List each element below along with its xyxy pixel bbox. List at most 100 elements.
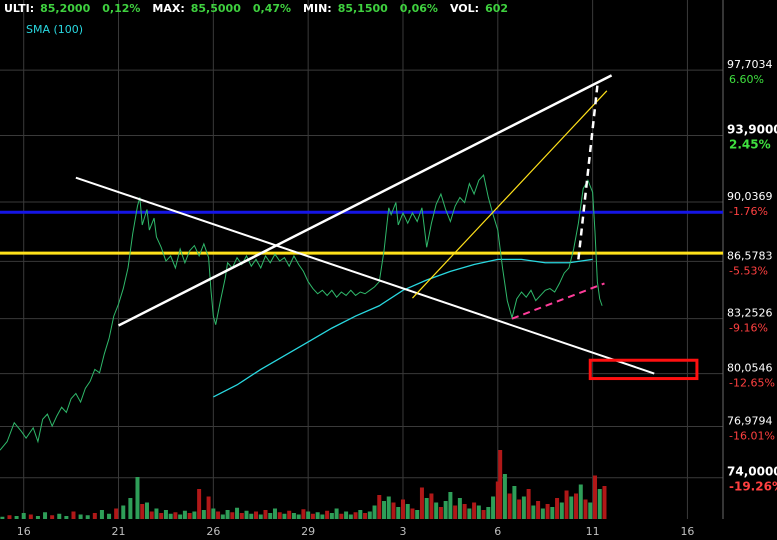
y-pct-label: 2.45% — [729, 138, 771, 152]
x-tick-label: 11 — [586, 525, 600, 538]
x-tick-label: 16 — [680, 525, 694, 538]
y-price-label: 93,9000 — [727, 123, 777, 137]
y-pct-label: -1.76% — [729, 205, 768, 218]
volume-bar — [121, 505, 126, 519]
volume-bar — [301, 509, 306, 519]
volume-bar — [135, 477, 140, 519]
y-price-label: 76,9794 — [727, 414, 773, 427]
header-value: 0,47% — [253, 2, 291, 15]
volume-bar — [291, 513, 296, 519]
volume-bars — [0, 450, 607, 519]
volume-bar — [569, 496, 574, 519]
volume-bar — [588, 502, 593, 519]
volume-bar — [306, 511, 311, 519]
legend-sma-label: SMA (100) — [26, 23, 83, 36]
y-price-label: 97,7034 — [727, 58, 773, 71]
volume-bar — [287, 510, 292, 519]
y-pct-label: -9.16% — [729, 322, 768, 335]
y-price-label: 74,0000 — [727, 465, 777, 479]
volume-bar — [400, 499, 405, 519]
trendlines — [75, 74, 655, 375]
x-axis: 16 21 26 29 3 6 11 16 — [17, 525, 695, 538]
volume-bar — [263, 510, 268, 519]
volume-bar — [367, 511, 372, 519]
volume-bar — [382, 501, 387, 519]
header-label: MIN: — [303, 2, 332, 15]
volume-bar — [144, 502, 149, 519]
volume-bar — [114, 508, 119, 519]
volume-bar — [78, 514, 83, 519]
header-value: 85,1500 — [338, 2, 388, 15]
volume-bar — [540, 508, 545, 519]
volume-bar — [424, 498, 429, 519]
volume-bar — [559, 502, 564, 519]
volume-bar — [329, 513, 334, 519]
trendline — [75, 176, 655, 375]
volume-bar — [154, 508, 159, 519]
volume-bar — [592, 475, 597, 519]
volume-bar — [197, 489, 202, 519]
volume-bar — [163, 510, 168, 519]
volume-bar — [476, 505, 481, 519]
volume-bar — [377, 495, 382, 519]
volume-bar — [282, 513, 287, 519]
volume-bar — [358, 510, 363, 519]
volume-bar — [220, 514, 225, 519]
volume-bar — [43, 512, 48, 519]
volume-bar — [272, 508, 277, 519]
volume-bar — [491, 496, 496, 519]
volume-bar — [386, 496, 391, 519]
y-price-label: 90,0369 — [727, 190, 773, 203]
volume-bar — [239, 513, 244, 519]
header-label: VOL: — [450, 2, 479, 15]
chart-area[interactable]: 16 21 26 29 3 6 11 16 97,70346.60%93,90002.45%9… — [0, 0, 777, 540]
x-tick-label: 21 — [112, 525, 126, 538]
header-value: 85,2000 — [40, 2, 90, 15]
volume-bar — [249, 513, 254, 519]
y-pct-label: -12.65% — [729, 377, 775, 390]
volume-bar — [526, 489, 531, 519]
volume-bar — [334, 508, 339, 519]
volume-bar — [173, 512, 178, 519]
level-lines — [0, 210, 723, 255]
volume-bar — [405, 504, 410, 519]
volume-bar — [550, 507, 555, 519]
volume-bar — [507, 493, 512, 519]
header-label: ULTI: — [4, 2, 34, 15]
y-axis: 97,7034 6.60% 93,90002.45% 90,0369 -1.76% 86,… — [727, 58, 777, 494]
volume-bar — [192, 511, 197, 519]
volume-bar — [583, 499, 588, 519]
volume-bar — [21, 513, 26, 519]
volume-bar — [140, 504, 145, 519]
volume-bar — [457, 498, 462, 519]
volume-bar — [85, 515, 90, 519]
volume-bar — [99, 510, 104, 519]
volume-bar — [277, 512, 282, 519]
volume-bar — [597, 489, 602, 519]
volume-bar — [517, 499, 522, 519]
volume-bar — [230, 512, 235, 519]
volume-bar — [545, 504, 550, 519]
volume-bar — [555, 498, 560, 519]
volume-bar — [531, 505, 536, 519]
header-value: 0,06% — [400, 2, 438, 15]
volume-bar — [434, 502, 439, 519]
volume-bar — [235, 507, 240, 519]
volume-bar — [415, 510, 420, 519]
volume-bar — [472, 502, 477, 519]
volume-bar — [310, 513, 315, 519]
x-tick-label: 16 — [17, 525, 31, 538]
volume-bar — [64, 516, 69, 519]
volume-bar — [512, 486, 517, 519]
header-bar: ULTI: 85,2000 0,12% MAX: 85,5000 0,47% MIN: 85,… — [4, 2, 508, 15]
y-price-label: 86,5783 — [727, 249, 773, 262]
volume-bar — [448, 492, 453, 519]
volume-bar — [216, 511, 221, 519]
volume-bar — [348, 514, 353, 519]
volume-bar — [211, 508, 216, 519]
volume-bar — [107, 513, 112, 519]
volume-bar — [521, 496, 526, 519]
volume-bar — [453, 505, 458, 519]
volume-bar — [0, 516, 5, 519]
volume-bar — [363, 513, 368, 519]
